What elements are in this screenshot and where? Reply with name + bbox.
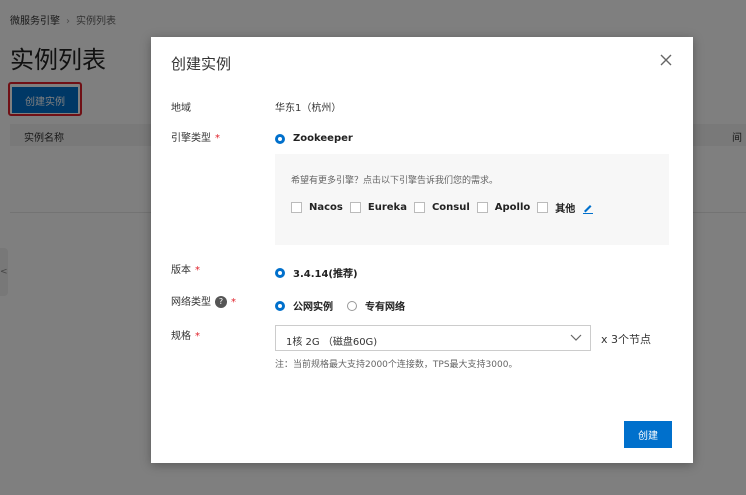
help-icon[interactable]: ?	[215, 296, 227, 308]
engine-choices: Nacos Eureka Consul Apollo 其他	[291, 200, 594, 215]
engine-request-tip: 希望有更多引擎？点击以下引擎告诉我们您的需求。	[291, 176, 499, 186]
radio-selected-icon[interactable]	[275, 267, 285, 278]
region-value: 华东1（杭州）	[275, 103, 342, 114]
version-option[interactable]: 3.4.14(推荐)	[275, 265, 358, 280]
chevron-down-icon	[570, 334, 582, 341]
spec-note: 注：当前规格最大支持2000个连接数，TPS最大支持3000。	[275, 360, 518, 370]
spec-select[interactable]: 1核 2G （磁盘60G)	[275, 325, 591, 351]
engine-request-panel: 希望有更多引擎？点击以下引擎告诉我们您的需求。 Nacos Eureka Con…	[275, 154, 669, 245]
checkbox-other[interactable]: 其他	[537, 200, 575, 215]
engine-type-label: 引擎类型 *	[171, 129, 220, 144]
checkbox-consul[interactable]: Consul	[413, 202, 470, 213]
checkbox-apollo[interactable]: Apollo	[476, 202, 531, 213]
create-instance-dialog: 创建实例 地域 华东1（杭州） 引擎类型 * Zookeeper 希望有更多引擎？…	[151, 37, 693, 463]
node-count: x 3个节点	[601, 333, 652, 346]
radio-selected-icon[interactable]	[275, 133, 285, 144]
network-option-label: 公网实例	[293, 302, 333, 313]
region-label: 地域	[171, 103, 191, 114]
dialog-title: 创建实例	[171, 55, 232, 73]
radio-selected-icon[interactable]	[275, 300, 285, 311]
checkbox-label: Eureka	[367, 202, 407, 213]
checkbox-icon[interactable]	[413, 202, 425, 213]
network-option-public[interactable]: 公网实例	[275, 298, 333, 313]
network-type-label: 网络类型? *	[171, 293, 236, 308]
engine-option-label: Zookeeper	[293, 133, 353, 144]
radio-unselected-icon[interactable]	[347, 300, 357, 311]
network-option-label: 专有网络	[365, 302, 405, 313]
required-mark: *	[195, 331, 200, 342]
pencil-icon[interactable]	[582, 202, 594, 214]
checkbox-label: Consul	[431, 202, 470, 213]
network-option-vpc[interactable]: 专有网络	[347, 298, 405, 313]
checkbox-icon[interactable]	[476, 202, 488, 213]
engine-type-label-text: 引擎类型	[171, 133, 211, 144]
spec-label: 规格 *	[171, 327, 200, 342]
checkbox-icon[interactable]	[291, 202, 302, 213]
engine-option-zookeeper[interactable]: Zookeeper	[275, 133, 353, 144]
spec-selected-value: 1核 2G （磁盘60G)	[286, 337, 378, 348]
required-mark: *	[231, 297, 236, 308]
checkbox-eureka[interactable]: Eureka	[349, 202, 407, 213]
version-label-text: 版本	[171, 265, 191, 276]
network-type-label-text: 网络类型	[171, 297, 211, 308]
checkbox-nacos[interactable]: Nacos	[291, 202, 343, 213]
checkbox-label: 其他	[555, 204, 576, 215]
checkbox-label: Nacos	[309, 202, 343, 213]
required-mark: *	[195, 265, 200, 276]
create-submit-button[interactable]: 创建	[624, 421, 672, 448]
required-mark: *	[215, 133, 220, 144]
checkbox-icon[interactable]	[349, 202, 361, 213]
version-option-label: 3.4.14(推荐)	[293, 269, 358, 280]
version-label: 版本 *	[171, 261, 200, 276]
checkbox-icon[interactable]	[537, 202, 549, 213]
spec-label-text: 规格	[171, 331, 191, 342]
checkbox-label: Apollo	[494, 202, 531, 213]
close-icon[interactable]	[659, 53, 673, 67]
